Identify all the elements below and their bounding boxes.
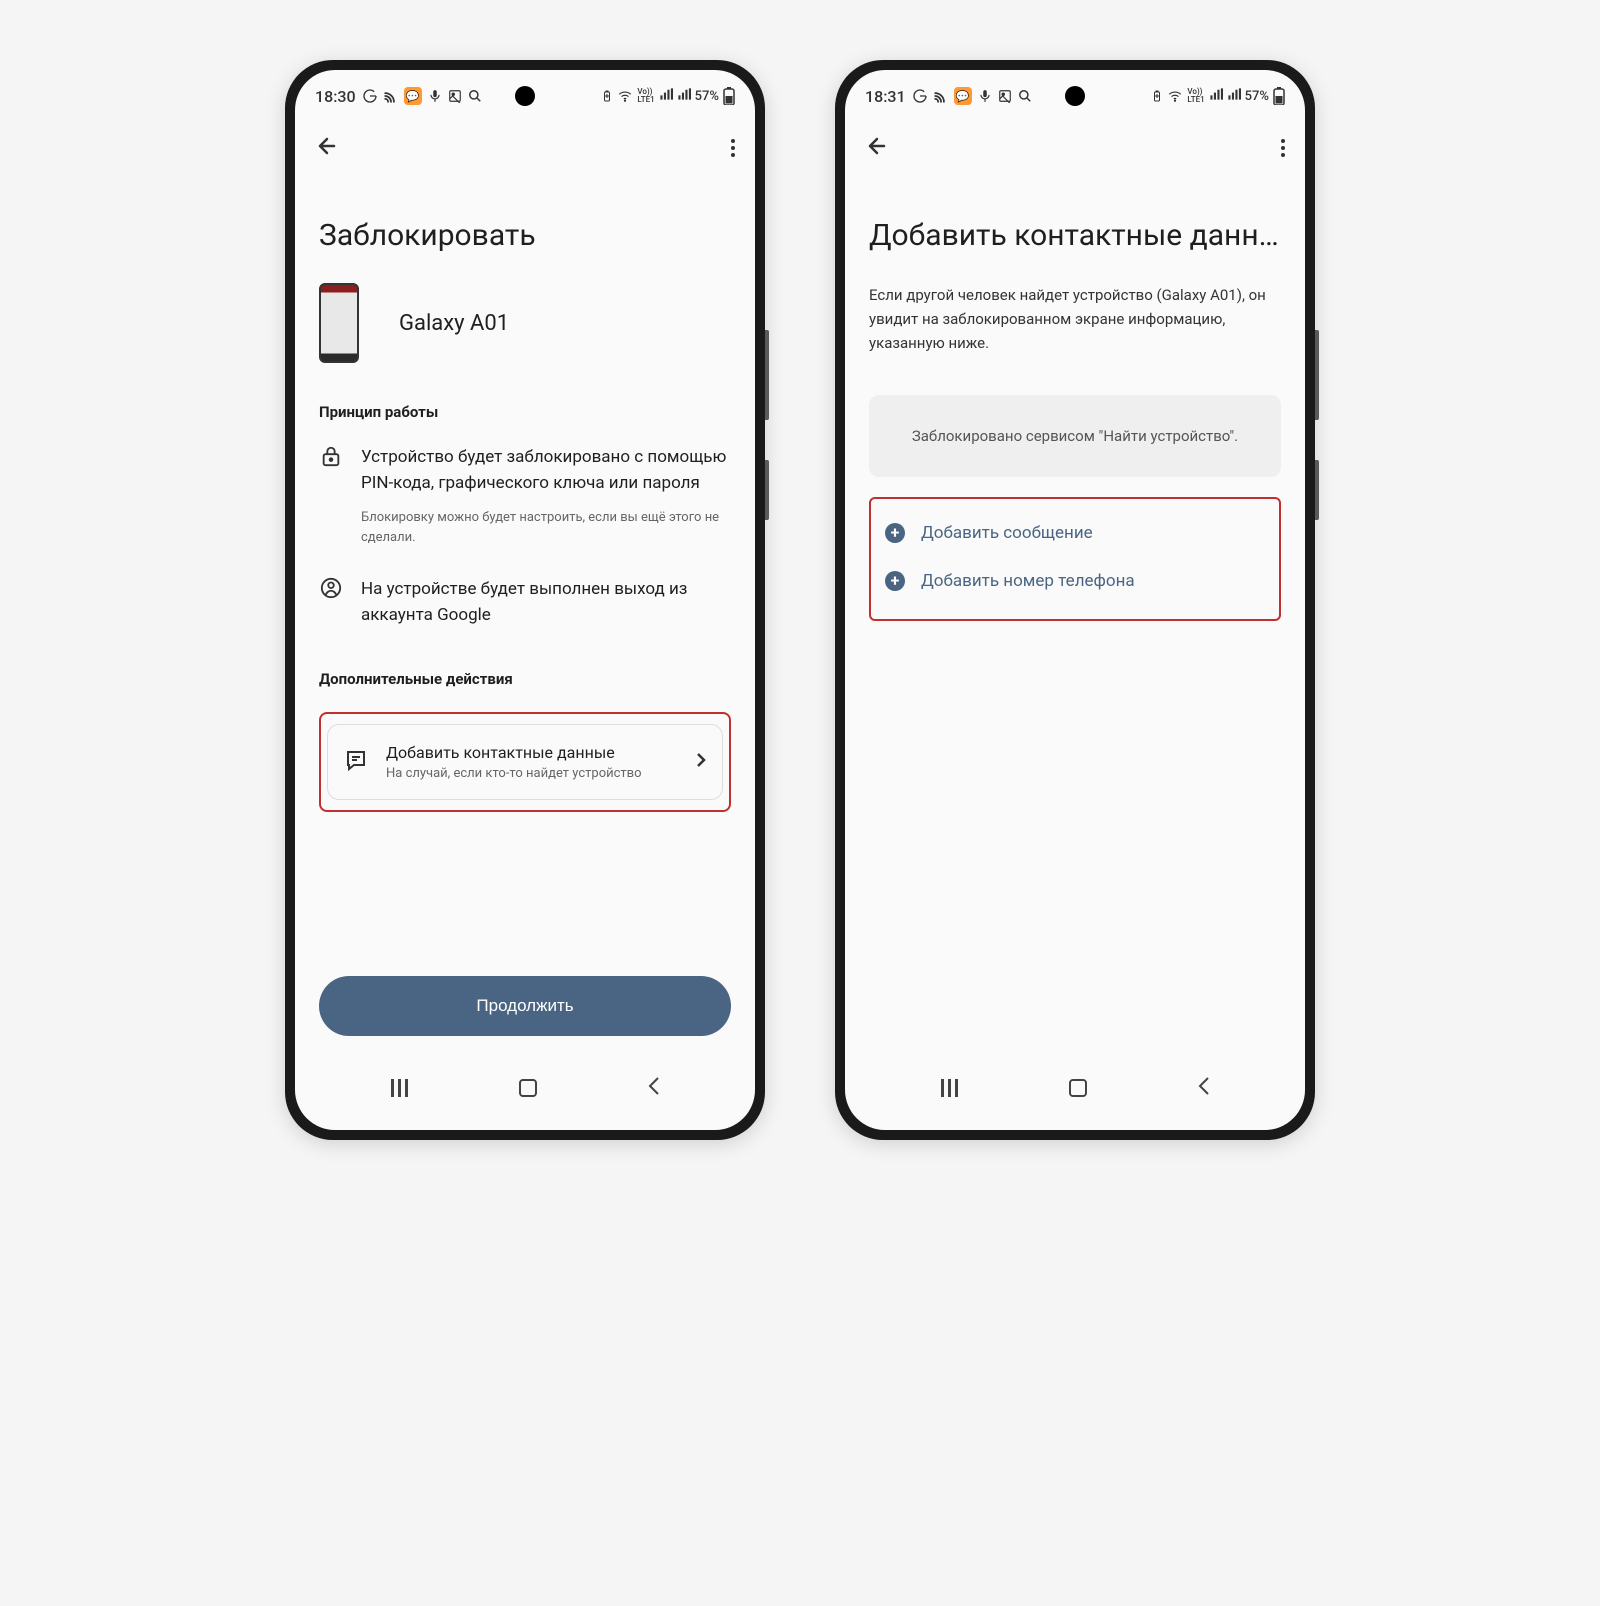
app-icon: 💬 [404,87,422,105]
battery-saver-icon [601,89,613,103]
nav-home-button[interactable] [519,1079,537,1097]
signal-icon [1209,88,1223,104]
cast-icon [384,89,398,103]
status-time: 18:30 [315,87,356,106]
side-button [765,330,769,420]
section-header-principle: Принцип работы [319,403,731,421]
device-image [319,283,359,363]
nav-back-button[interactable] [648,1076,660,1100]
info-lock-main: Устройство будет заблокировано с помощью… [361,445,731,496]
gallery-icon [448,89,462,103]
content-area: Заблокировать Galaxy A01 Принцип работы … [295,178,755,1056]
continue-button[interactable]: Продолжить [319,976,731,1036]
battery-percent: 57% [1245,89,1269,104]
google-icon [362,88,378,104]
lte-icon: Vo))LTE1 [637,88,654,104]
google-icon [912,88,928,104]
phone-screen-1: 18:30 💬 [295,70,755,1130]
nav-recent-button[interactable] [391,1079,408,1097]
signal-icon-2 [677,88,691,104]
phone-screen-2: 18:31 💬 [845,70,1305,1130]
nav-back-button[interactable] [1198,1076,1210,1100]
add-contact-card[interactable]: Добавить контактные данные На случай, ес… [327,724,723,800]
card-title: Добавить контактные данные [386,743,678,762]
camera-dot [1065,86,1085,106]
status-right: Vo))LTE1 57% [601,87,735,105]
lock-icon [319,445,343,547]
info-lock-sub: Блокировку можно будет настроить, если в… [361,508,731,547]
app-bar [845,118,1305,178]
status-left: 18:31 💬 [865,87,1032,106]
battery-percent: 57% [695,89,719,104]
info-account-main: На устройстве будет выполнен выход из ак… [361,577,731,628]
phone-frame-1: 18:30 💬 [285,60,765,1140]
side-button [1315,460,1319,520]
side-button [1315,330,1319,420]
status-right: Vo))LTE1 57% [1151,87,1285,105]
device-name: Galaxy A01 [399,311,509,336]
nav-home-button[interactable] [1069,1079,1087,1097]
add-phone-link[interactable]: + Добавить номер телефона [877,557,1273,605]
wifi-icon [617,89,633,103]
page-title: Добавить контактные данн… [869,218,1281,253]
locked-message-box: Заблокировано сервисом "Найти устройство… [869,395,1281,477]
signal-icon [659,88,673,104]
wifi-icon [1167,89,1183,103]
add-phone-label: Добавить номер телефона [921,571,1135,591]
highlight-box: + Добавить сообщение + Добавить номер те… [869,497,1281,621]
highlight-box: Добавить контактные данные На случай, ес… [319,712,731,812]
signal-icon-2 [1227,88,1241,104]
content-area: Добавить контактные данн… Если другой че… [845,178,1305,1056]
mic-icon [428,89,442,103]
info-account: На устройстве будет выполнен выход из ак… [319,577,731,640]
add-message-link[interactable]: + Добавить сообщение [877,509,1273,557]
nav-bar [295,1056,755,1130]
lte-icon: Vo))LTE1 [1187,88,1204,104]
nav-bar [845,1056,1305,1130]
section-header-additional: Дополнительные действия [319,670,731,688]
back-button[interactable] [315,134,339,162]
search-icon [468,89,482,103]
card-sub: На случай, если кто-то найдет устройство [386,766,678,781]
plus-icon: + [885,571,905,591]
phone-frame-2: 18:31 💬 [835,60,1315,1140]
search-icon [1018,89,1032,103]
status-left: 18:30 💬 [315,87,482,106]
cast-icon [934,89,948,103]
battery-icon [1273,87,1285,105]
mic-icon [978,89,992,103]
device-row: Galaxy A01 [319,283,731,363]
camera-dot [515,86,535,106]
gallery-icon [998,89,1012,103]
battery-icon [723,87,735,105]
app-icon: 💬 [954,87,972,105]
battery-saver-icon [1151,89,1163,103]
add-message-label: Добавить сообщение [921,523,1093,543]
more-menu-button[interactable] [731,139,735,157]
more-menu-button[interactable] [1281,139,1285,157]
chevron-right-icon [696,752,706,772]
info-lock: Устройство будет заблокировано с помощью… [319,445,731,547]
plus-icon: + [885,523,905,543]
app-bar [295,118,755,178]
page-title: Заблокировать [319,218,731,253]
description-text: Если другой человек найдет устройство (G… [869,283,1281,355]
side-button [765,460,769,520]
nav-recent-button[interactable] [941,1079,958,1097]
status-time: 18:31 [865,87,906,106]
message-icon [344,748,368,776]
account-icon [319,577,343,640]
back-button[interactable] [865,134,889,162]
